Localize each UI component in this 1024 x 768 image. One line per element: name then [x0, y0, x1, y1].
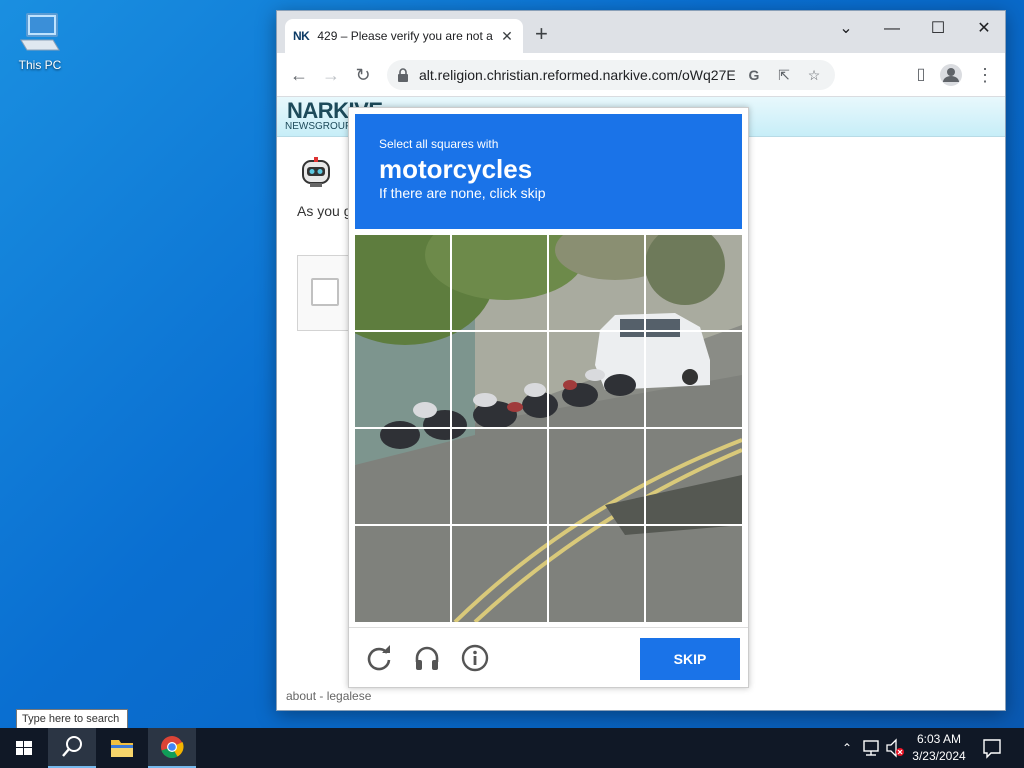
taskbar-search-tooltip: Type here to search: [16, 709, 128, 729]
google-translate-icon[interactable]: G: [743, 67, 765, 83]
verify-checkbox[interactable]: [311, 278, 339, 306]
chrome-icon: [161, 736, 184, 759]
captcha-cell[interactable]: [549, 429, 644, 524]
captcha-cell[interactable]: [355, 235, 450, 330]
search-icon: [62, 736, 82, 757]
narkive-logo-sub: NEWSGROUP: [285, 121, 352, 132]
url-text: alt.religion.christian.reformed.narkive.…: [419, 67, 735, 83]
new-tab-button[interactable]: +: [535, 23, 548, 45]
taskbar-search-button[interactable]: [48, 728, 96, 768]
captcha-cell[interactable]: [452, 332, 547, 427]
captcha-cell[interactable]: [355, 526, 450, 621]
audio-headphones-icon[interactable]: [413, 644, 441, 672]
captcha-cell[interactable]: [646, 235, 741, 330]
folder-icon: [111, 740, 133, 757]
tab-search-chevron-icon[interactable]: ⌄: [831, 17, 861, 41]
clock-date: 3/23/2024: [912, 749, 966, 763]
captcha-instruction: Select all squares with: [379, 137, 499, 151]
this-pc-desktop-icon[interactable]: This PC: [12, 10, 68, 72]
skip-button[interactable]: SKIP: [640, 638, 740, 680]
captcha-cell[interactable]: [549, 526, 644, 621]
lock-icon: [397, 68, 409, 82]
windows-logo-icon: [16, 741, 32, 755]
refresh-icon[interactable]: [365, 644, 393, 672]
this-pc-label: This PC: [18, 58, 62, 72]
show-hidden-icons-chevron-icon[interactable]: ⌃: [838, 728, 856, 768]
tab-strip: NK 429 – Please verify you are not a ✕ +…: [277, 11, 1005, 53]
start-button[interactable]: [0, 728, 48, 768]
notifications-icon[interactable]: [980, 728, 1004, 768]
computer-icon: [17, 10, 63, 56]
reload-icon[interactable]: ↻: [351, 63, 375, 87]
footer-links[interactable]: about - legalese: [286, 689, 371, 703]
captcha-cell[interactable]: [646, 429, 741, 524]
captcha-cell[interactable]: [355, 332, 450, 427]
captcha-image-grid: [355, 235, 742, 622]
browser-toolbar: ← → ↻ alt.religion.christian.reformed.na…: [277, 53, 1005, 97]
robot-icon: [299, 155, 333, 189]
tab-active[interactable]: NK 429 – Please verify you are not a ✕: [285, 19, 523, 53]
captcha-hint: If there are none, click skip: [379, 185, 546, 201]
info-icon[interactable]: [461, 644, 489, 672]
tab-title: 429 – Please verify you are not a: [317, 29, 493, 43]
captcha-footer: SKIP: [349, 627, 748, 687]
intro-text: As you g: [297, 203, 352, 219]
minimize-button[interactable]: —: [877, 17, 907, 41]
captcha-header: Select all squares with motorcycles If t…: [355, 114, 742, 229]
captcha-cell[interactable]: [549, 235, 644, 330]
share-icon[interactable]: ⇱: [773, 67, 795, 84]
captcha-cell[interactable]: [452, 235, 547, 330]
captcha-cell[interactable]: [646, 332, 741, 427]
chrome-taskbar-button[interactable]: [148, 728, 196, 768]
file-explorer-button[interactable]: [98, 728, 146, 768]
tab-close-icon[interactable]: ✕: [499, 28, 515, 45]
taskbar-clock[interactable]: 6:03 AM 3/23/2024: [906, 731, 972, 765]
clock-time: 6:03 AM: [916, 732, 962, 746]
forward-arrow-icon[interactable]: →: [319, 63, 343, 87]
maximize-button[interactable]: ☐: [923, 17, 953, 41]
captcha-cell[interactable]: [452, 526, 547, 621]
captcha-cell[interactable]: [355, 429, 450, 524]
close-window-button[interactable]: ✕: [969, 17, 999, 41]
captcha-cell[interactable]: [452, 429, 547, 524]
address-bar[interactable]: alt.religion.christian.reformed.narkive.…: [387, 60, 835, 90]
bookmark-star-icon[interactable]: ☆: [803, 67, 825, 84]
captcha-cell[interactable]: [549, 332, 644, 427]
narkive-favicon-icon: NK: [293, 29, 310, 43]
profile-avatar-icon[interactable]: [939, 63, 963, 87]
side-panel-icon[interactable]: ▯: [909, 63, 933, 87]
network-icon[interactable]: [860, 728, 884, 768]
volume-muted-icon[interactable]: [884, 728, 906, 768]
captcha-target: motorcycles: [379, 154, 533, 184]
back-arrow-icon[interactable]: ←: [287, 63, 311, 87]
taskbar: ⌃ 6:03 AM 3/23/2024: [0, 728, 1024, 768]
captcha-cell[interactable]: [646, 526, 741, 621]
menu-kebab-icon[interactable]: ⋮: [973, 63, 997, 87]
captcha-challenge: Select all squares with motorcycles If t…: [348, 107, 749, 688]
